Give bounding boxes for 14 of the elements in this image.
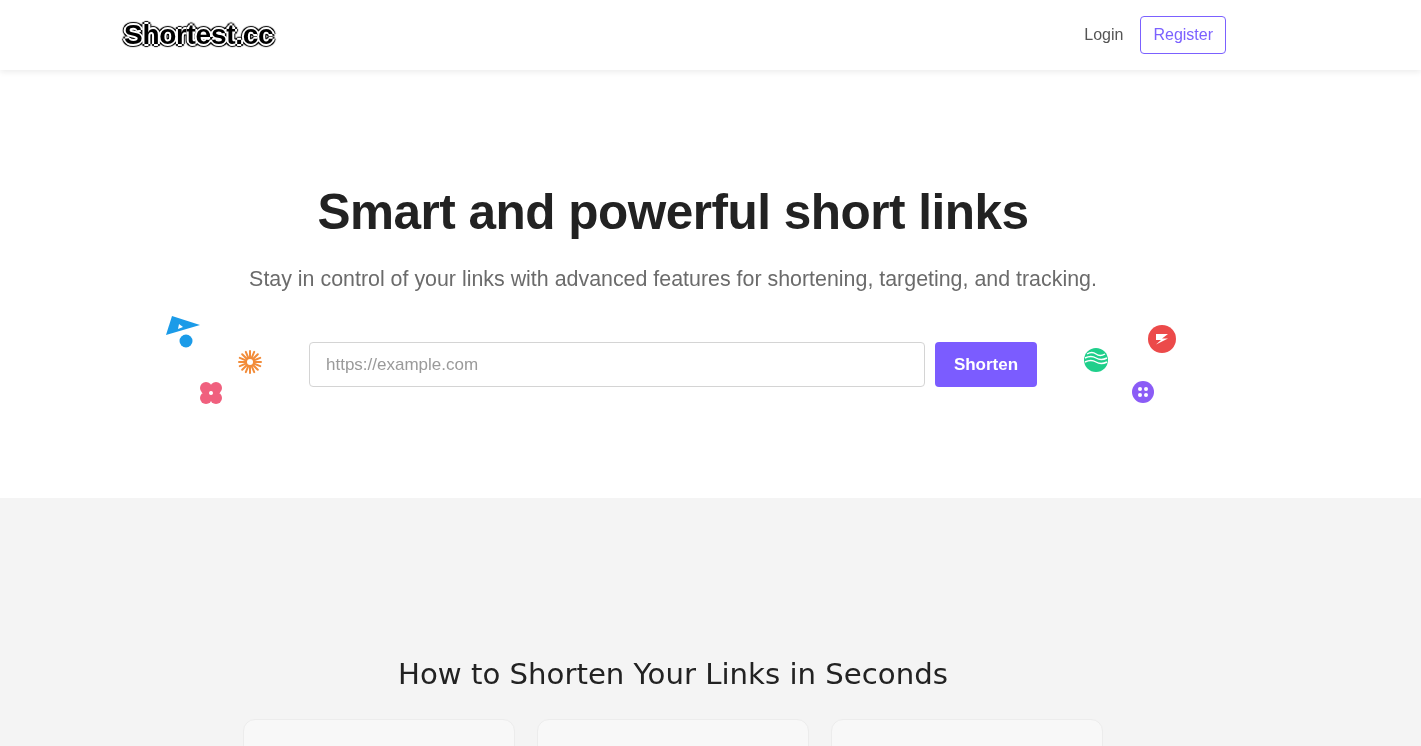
register-button[interactable]: Register: [1140, 16, 1226, 54]
triangle-dot-icon: [165, 315, 201, 348]
shorten-button[interactable]: Shorten: [935, 342, 1037, 387]
url-input-field[interactable]: https://example.com: [309, 342, 925, 387]
flower-icon: [199, 381, 223, 405]
hero-subtitle: Stay in control of your links with advanced features for shortening, targeting, and tracking.: [249, 266, 1097, 293]
zigzag-circle-icon: [1148, 325, 1176, 353]
logo[interactable]: Shortest.cc: [120, 17, 278, 53]
dots-circle-icon: [1132, 381, 1154, 403]
sun-icon: [238, 350, 262, 374]
hero-title: Smart and powerful short links: [317, 184, 1029, 240]
striped-circle-icon: [1084, 348, 1108, 372]
section-heading: How to Shorten Your Links in Seconds: [398, 656, 948, 693]
login-link[interactable]: Login: [1084, 27, 1124, 43]
